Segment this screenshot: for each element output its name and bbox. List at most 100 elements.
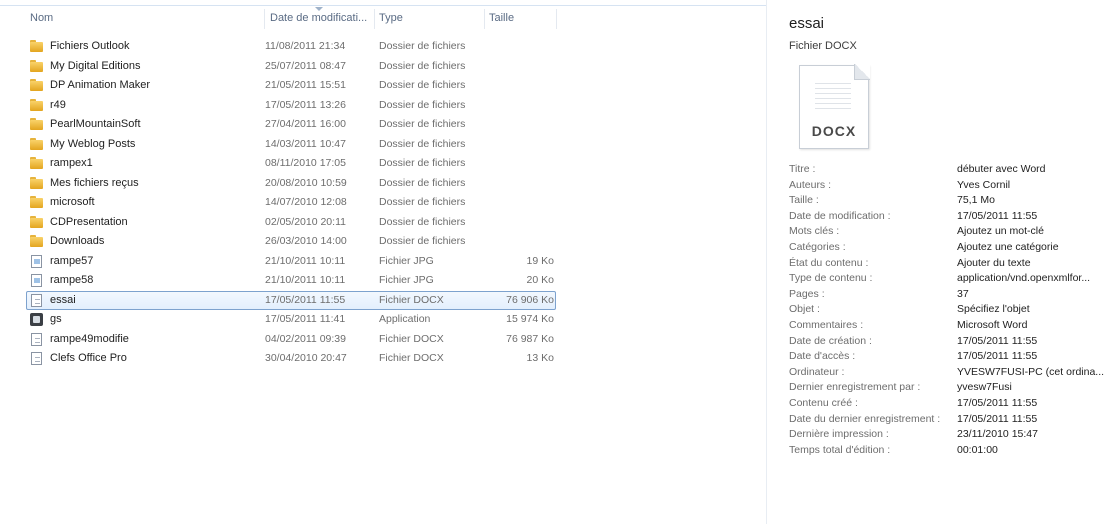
file-row[interactable]: Fichiers Outlook 11/08/2011 21:34 Dossier … [28,37,568,57]
file-name: PearlMountainSoft [50,118,141,130]
file-row[interactable]: Downloads 26/03/2010 14:00 Dossier de fich… [28,232,568,252]
property-value[interactable]: Ajoutez une catégorie [957,240,1059,255]
file-row[interactable]: Mes fichiers reçus 20/08/2010 10:59 Dossie… [28,174,568,194]
file-list-pane: Nom Date de modificati... Type Taille Fi… [0,0,766,524]
property-row: Auteurs : Yves Cornil [789,178,1109,194]
property-value[interactable]: application/vnd.openxmlfor... [957,271,1090,286]
properties-list: Titre : débuter avec Word Auteurs : Yves Co… [789,162,1109,458]
file-type: Dossier de fichiers [379,196,466,208]
file-size: 20 Ko [526,274,554,286]
file-name: rampe58 [50,274,94,286]
file-date: 14/03/2011 10:47 [265,137,346,150]
folder-icon [30,59,44,73]
property-value[interactable]: débuter avec Word [957,162,1046,177]
file-row[interactable]: r49 17/05/2011 13:26 Dossier de fichiers [28,96,568,116]
file-type: Fichier JPG [379,274,434,286]
property-value[interactable]: Ajouter du texte [957,256,1031,271]
file-row[interactable]: rampe58 21/10/2011 10:11 Fichier JPG 20 Ko [28,271,568,291]
property-row: Titre : débuter avec Word [789,162,1109,178]
property-value[interactable]: Ajoutez un mot-clé [957,224,1044,239]
property-value[interactable]: YVESW7FUSI-PC (cet ordina... [957,365,1104,380]
property-value[interactable]: 23/11/2010 15:47 [957,427,1038,442]
file-type: Dossier de fichiers [379,235,466,247]
property-label: Date de création : [789,334,872,347]
property-row: Objet : Spécifiez l'objet [789,302,1109,318]
folder-icon [30,176,44,190]
file-row[interactable]: Clefs Office Pro 30/04/2010 20:47 Fichier … [28,349,568,369]
file-row[interactable]: gs 17/05/2011 11:41 Application 15 974 Ko [28,310,568,330]
property-label: Date du dernier enregistrement : [789,412,941,425]
file-date: 04/02/2011 09:39 [265,332,346,345]
property-label: Dernière impression : [789,428,889,441]
file-date: 21/10/2011 10:11 [265,254,346,267]
file-date: 08/11/2010 17:05 [265,157,346,169]
file-name: Mes fichiers reçus [50,176,139,189]
property-value[interactable]: 17/05/2011 11:55 [957,396,1037,411]
file-size: 15 974 Ko [506,313,554,325]
column-header-size[interactable]: Taille [484,9,556,29]
file-row-selected[interactable]: essai 17/05/2011 11:55 Fichier DOCX 76 906 … [26,290,556,310]
file-name: r49 [50,98,66,111]
file-row[interactable]: DP Animation Maker 21/05/2011 15:51 Dossie… [28,76,568,96]
column-header-name[interactable]: Nom [26,9,264,29]
file-type: Dossier de fichiers [379,79,466,91]
property-label: Taille : [789,194,819,207]
folder-icon [30,118,44,131]
property-label: Ordinateur : [789,365,845,378]
file-row[interactable]: CDPresentation 02/05/2010 20:11 Dossier de… [28,213,568,233]
file-row[interactable]: rampe57 21/10/2011 10:11 Fichier JPG 19 Ko [28,252,568,272]
property-label: Type de contenu : [789,272,873,285]
file-name: gs [50,313,62,325]
property-value[interactable]: 17/05/2011 11:55 [957,349,1037,364]
property-value[interactable]: Yves Cornil [957,178,1010,193]
property-row: Taille : 75,1 Mo [789,193,1109,209]
file-date: 02/05/2010 20:11 [265,215,346,228]
property-row: Contenu créé : 17/05/2011 11:55 [789,396,1109,412]
property-row: Pages : 37 [789,287,1109,303]
file-date: 14/07/2010 12:08 [265,196,347,208]
property-label: Contenu créé : [789,396,858,409]
folder-icon [30,40,44,53]
file-row[interactable]: rampe49modifie 04/02/2011 09:39 Fichier DO… [28,330,568,350]
folder-icon [30,235,44,248]
file-name: DP Animation Maker [50,79,151,91]
document-icon [30,332,44,346]
file-row[interactable]: rampex1 08/11/2010 17:05 Dossier de fichie… [28,154,568,174]
image-file-icon [30,274,44,287]
details-pane: essai Fichier DOCX DOCX Titre : débuter a… [767,0,1117,524]
property-value[interactable]: 17/05/2011 11:55 [957,209,1037,224]
property-value[interactable]: yvesw7Fusi [957,380,1012,395]
file-type: Fichier DOCX [379,352,444,364]
property-value[interactable]: Spécifiez l'objet [957,302,1030,317]
folder-icon [30,196,44,209]
file-size: 13 Ko [526,352,554,364]
property-label: Commentaires : [789,318,864,331]
file-row[interactable]: PearlMountainSoft 27/04/2011 16:00 Dossier… [28,115,568,135]
file-type: Fichier JPG [379,254,434,267]
folder-icon [30,98,44,112]
property-value[interactable]: Microsoft Word [957,318,1027,333]
property-value[interactable]: 00:01:00 [957,443,998,458]
property-value[interactable]: 17/05/2011 11:55 [957,412,1037,427]
property-row: Date de création : 17/05/2011 11:55 [789,334,1109,350]
property-value[interactable]: 37 [957,287,969,302]
file-name: Fichiers Outlook [50,40,130,52]
file-row[interactable]: microsoft 14/07/2010 12:08 Dossier de fich… [28,193,568,213]
file-date: 17/05/2011 11:41 [265,313,346,325]
file-type: Fichier DOCX [379,332,444,345]
file-row[interactable]: My Weblog Posts 14/03/2011 10:47 Dossier d… [28,135,568,155]
property-value[interactable]: 75,1 Mo [957,193,995,208]
column-header-date[interactable]: Date de modificati... [264,9,374,29]
property-label: Temps total d'édition : [789,443,891,456]
file-date: 20/08/2010 10:59 [265,176,347,189]
file-row[interactable]: My Digital Editions 25/07/2011 08:47 Dossi… [28,57,568,77]
property-row: Dernier enregistrement par : yvesw7Fusi [789,380,1109,396]
file-type: Dossier de fichiers [379,40,466,52]
property-row: Date du dernier enregistrement : 17/05/20… [789,412,1109,428]
file-size: 76 987 Ko [506,332,554,345]
application-icon [30,313,44,326]
column-header-type[interactable]: Type [374,9,484,29]
property-value[interactable]: 17/05/2011 11:55 [957,334,1037,349]
file-name: rampex1 [50,157,93,169]
property-row: Dernière impression : 23/11/2010 15:47 [789,427,1109,443]
